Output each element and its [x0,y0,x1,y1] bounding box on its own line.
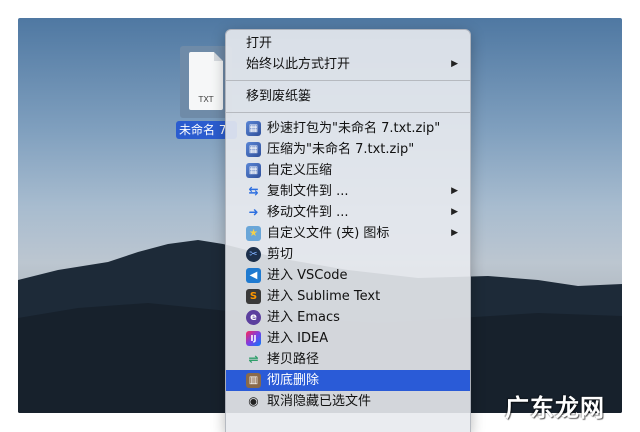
idea-icon: IJ [246,331,261,346]
menu-item-custom-compress[interactable]: ▦ 自定义压缩 [226,160,470,181]
menu-item-cut[interactable]: ✂ 剪切 [226,244,470,265]
vscode-icon: ◀ [246,268,261,283]
move-arrow-icon: ➜ [248,205,259,219]
menu-item-delete-permanently[interactable]: ▥ 彻底删除 [226,370,470,391]
menu-item-unhide-files[interactable]: ◉ 取消隐藏已选文件 [226,391,470,412]
copy-arrow-icon: ⇆ [248,184,259,198]
menu-item-open-emacs[interactable]: e 进入 Emacs [226,307,470,328]
submenu-arrow-icon: ▶ [451,59,458,69]
context-menu: 打开 始终以此方式打开 ▶ 移到废纸篓 ▦ 秒速打包为"未命名 7.txt.zip… [225,29,471,432]
document-icon: TXT [189,52,223,110]
menu-item-compress[interactable]: ▦ 压缩为"未命名 7.txt.zip" [226,139,470,160]
custom-folder-icon: ★ [246,226,261,241]
menu-separator [226,80,470,81]
menu-item-open-with[interactable]: 始终以此方式打开 ▶ [226,54,470,75]
archive-icon: ▦ [246,163,261,178]
scissors-icon: ✂ [246,247,261,262]
menu-item-open-sublime[interactable]: S 进入 Sublime Text [226,286,470,307]
archive-icon: ▦ [246,121,261,136]
file-extension: TXT [198,95,214,104]
path-icon: ⇌ [248,352,259,366]
emacs-icon: e [246,310,261,325]
menu-item-move-to-trash[interactable]: 移到废纸篓 [226,86,470,107]
watermark: 广东龙网 [505,393,605,422]
submenu-arrow-icon: ▶ [451,228,458,238]
menu-item-copy-to[interactable]: ⇆ 复制文件到 ... ▶ [226,181,470,202]
menu-item-open[interactable]: 打开 [226,33,470,54]
eye-icon: ◉ [248,394,259,408]
archive-icon: ▦ [246,142,261,157]
menu-item-move-to[interactable]: ➜ 移动文件到 ... ▶ [226,202,470,223]
menu-item-copy-path[interactable]: ⇌ 拷贝路径 [226,349,470,370]
menu-item-quick-zip[interactable]: ▦ 秒速打包为"未命名 7.txt.zip" [226,118,470,139]
submenu-arrow-icon: ▶ [451,186,458,196]
menu-separator [226,112,470,113]
submenu-arrow-icon: ▶ [451,207,458,217]
menu-item-open-vscode[interactable]: ◀ 进入 VSCode [226,265,470,286]
shredder-icon: ▥ [246,373,261,388]
sublime-icon: S [246,289,261,304]
menu-item-custom-folder-icon[interactable]: ★ 自定义文件 (夹) 图标 ▶ [226,223,470,244]
menu-item-open-idea[interactable]: IJ 进入 IDEA [226,328,470,349]
